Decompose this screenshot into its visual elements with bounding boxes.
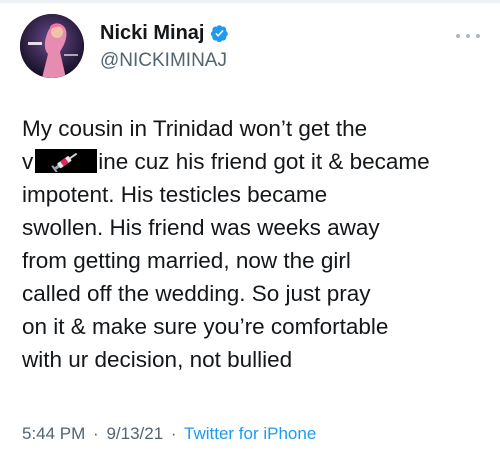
tweet-line: My cousin in Trinidad won’t get the	[22, 116, 368, 141]
tweet-time[interactable]: 5:44 PM	[22, 424, 85, 443]
dot	[466, 34, 470, 38]
profile-photo-icon	[20, 14, 84, 78]
tweet-text: My cousin in Trinidad won’t get the v in…	[22, 112, 482, 376]
syringe-icon	[51, 152, 78, 172]
user-handle[interactable]: @NICKIMINAJ	[100, 50, 227, 72]
tweet-line: impotent. His testicles became	[22, 182, 328, 207]
tweet-meta: 5:44 PM · 9/13/21 · Twitter for iPhone	[22, 424, 316, 444]
dot	[476, 34, 480, 38]
line-suffix: ine cuz his friend got it & became	[98, 149, 430, 174]
more-dots-icon[interactable]	[456, 26, 480, 46]
tweet-date[interactable]: 9/13/21	[106, 424, 163, 443]
tweet-card: Nicki Minaj @NICKIMINAJ My cousin in Tri…	[0, 0, 500, 468]
name-row: Nicki Minaj	[100, 22, 229, 45]
display-name[interactable]: Nicki Minaj	[100, 22, 204, 45]
meta-separator: ·	[170, 424, 177, 443]
verified-badge-icon	[210, 24, 229, 43]
dot	[456, 34, 460, 38]
tweet-line: swollen. His friend was weeks away	[22, 215, 380, 240]
tweet-line: on it & make sure you’re comfortable	[22, 314, 389, 339]
meta-separator: ·	[93, 424, 99, 443]
redaction-box	[35, 149, 98, 173]
avatar[interactable]	[20, 14, 84, 78]
tweet-line: with ur decision, not bullied	[22, 347, 293, 372]
tweet-line: called off the wedding. So just pray	[22, 281, 371, 306]
tweet-source-link[interactable]: Twitter for iPhone	[184, 424, 316, 443]
line-prefix: v	[22, 149, 34, 174]
top-divider	[0, 0, 500, 3]
tweet-line: v ine cuz his friend got it & became	[22, 145, 482, 178]
tweet-line: from getting married, now the girl	[22, 248, 351, 273]
